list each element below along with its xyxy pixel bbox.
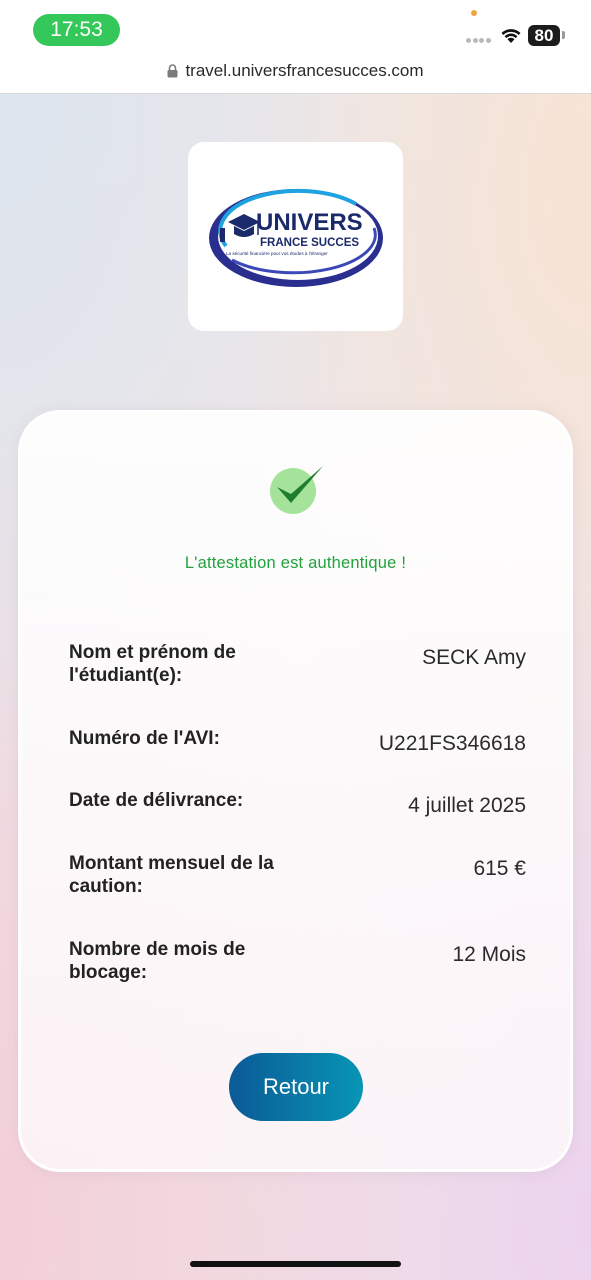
issue-date-value: 4 juillet 2025 [408, 794, 526, 817]
check-icon [270, 466, 323, 514]
avi-number-value: U221FS346618 [378, 732, 526, 755]
monthly-amount-value: 615 € [473, 857, 526, 880]
blocking-months-value: 12 Mois [452, 943, 526, 966]
url-text: travel.universfrancesucces.com [185, 61, 424, 80]
monthly-amount-label: Montant mensuel de la caution: [69, 853, 274, 897]
battery-cap-icon [562, 31, 565, 39]
logo-card: UNIVERS FRANCE SUCCES La sécurité financ… [188, 142, 403, 331]
status-time: 17:53 [33, 14, 120, 46]
verification-result-card: L'attestation est authentique ! Nom et p… [18, 410, 573, 1172]
browser-url-bar[interactable]: travel.universfrancesucces.com [0, 58, 591, 94]
back-button[interactable]: Retour [229, 1053, 363, 1121]
student-name-label: Nom et prénom de l'étudiant(e): [69, 642, 236, 686]
univers-france-succes-logo: UNIVERS FRANCE SUCCES La sécurité financ… [209, 188, 383, 287]
logo-tagline: La sécurité financière pour vos études à… [226, 251, 328, 256]
logo-text-line2: FRANCE SUCCES [260, 237, 359, 249]
logo-text-line1: UNIVERS [256, 209, 363, 236]
page-content: UNIVERS FRANCE SUCCES La sécurité financ… [0, 94, 591, 1280]
privacy-indicator-icon [471, 10, 477, 16]
battery-level: 80 [528, 25, 560, 46]
authentic-message: L'attestation est authentique ! [184, 554, 407, 572]
cellular-signal-icon [466, 38, 492, 44]
student-name-value: SECK Amy [422, 646, 526, 669]
issue-date-label: Date de délivrance: [69, 790, 244, 811]
avi-number-label: Numéro de l'AVI: [69, 728, 220, 749]
blocking-months-label: Nombre de mois de blocage: [69, 939, 246, 983]
wifi-icon [501, 29, 521, 43]
lock-icon [167, 64, 178, 78]
home-indicator[interactable] [190, 1261, 401, 1267]
status-bar: 17:53 80 [0, 0, 591, 58]
